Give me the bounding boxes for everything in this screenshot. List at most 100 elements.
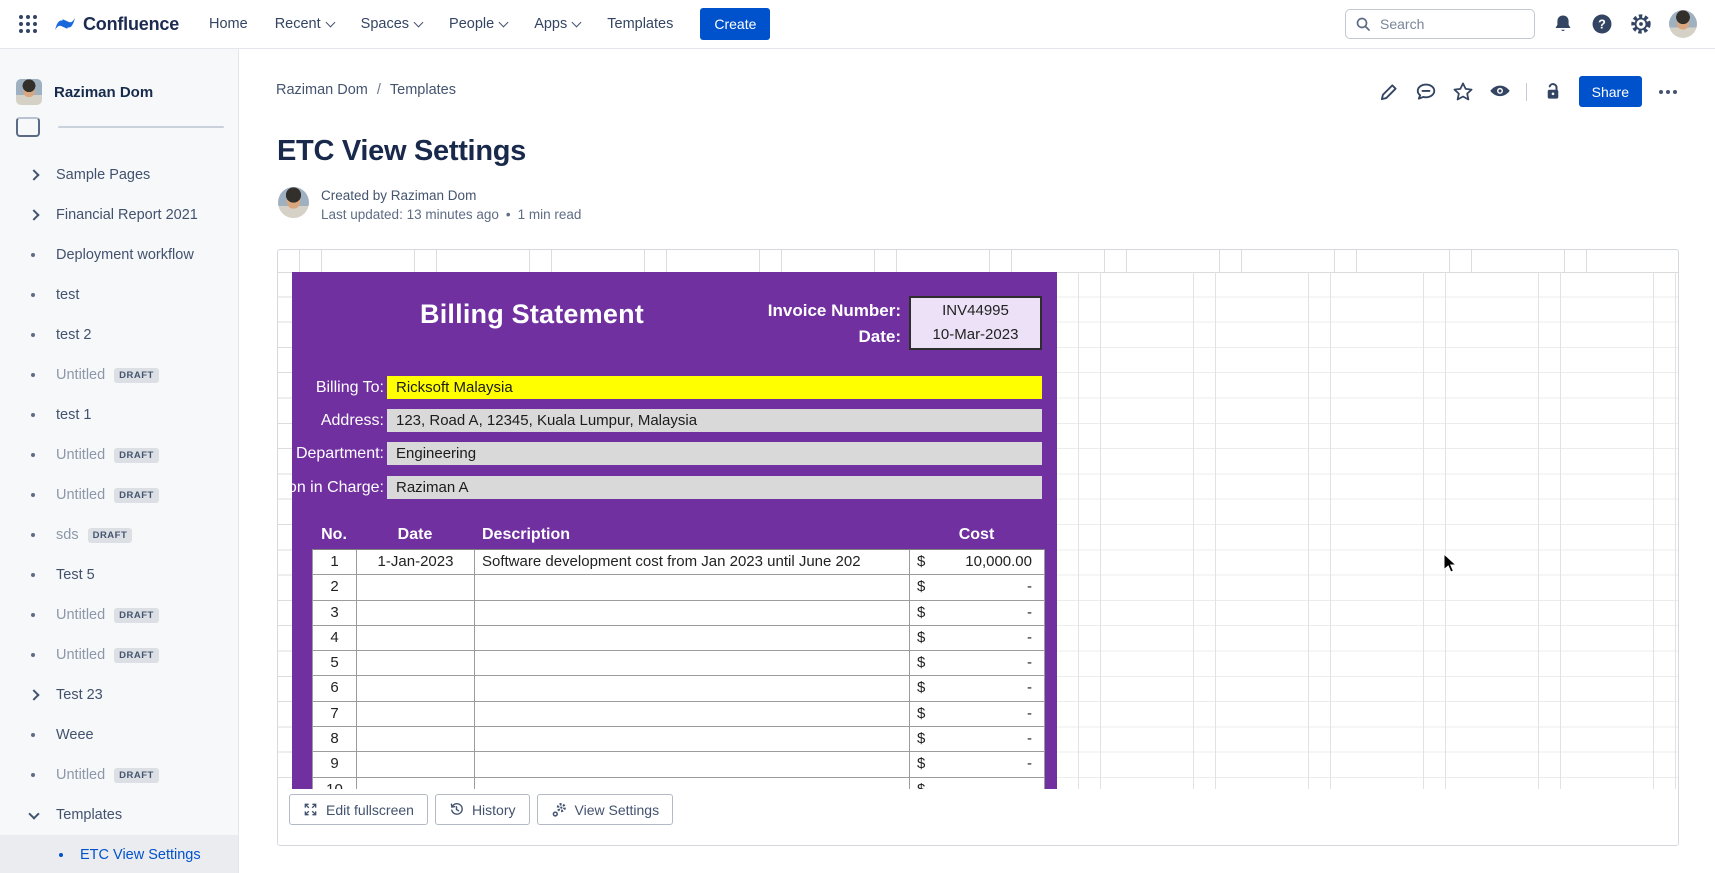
- watch-eye-icon[interactable]: [1489, 81, 1511, 103]
- history-button[interactable]: History: [435, 794, 530, 825]
- header-date: Date: [356, 526, 474, 544]
- confluence-logo: [54, 13, 76, 35]
- sidebar-page-item[interactable]: Untitled DRAFT: [0, 755, 238, 795]
- sidebar-page-item[interactable]: ETC View Settings: [0, 835, 238, 873]
- sidebar-page-item[interactable]: Deployment workflow: [0, 235, 238, 275]
- sidebar-page-item[interactable]: Financial Report 2021: [0, 195, 238, 235]
- draft-badge: DRAFT: [114, 488, 159, 503]
- address-label: Address:: [321, 409, 384, 433]
- item-marker-icon: [31, 533, 35, 537]
- author-avatar[interactable]: [278, 187, 309, 218]
- item-marker-icon: [31, 293, 35, 297]
- cell-cost: -: [938, 626, 1045, 651]
- person-in-charge-row: Person in Charge: Raziman A: [292, 476, 1057, 500]
- confluence-app: Confluence Home Recent Spaces People App…: [0, 0, 1715, 873]
- nav-home[interactable]: Home: [209, 16, 248, 32]
- sidebar-page-item[interactable]: test 1: [0, 395, 238, 435]
- cost-table-header: No. Date Description Cost: [292, 526, 1057, 549]
- draft-badge: DRAFT: [114, 448, 159, 463]
- sidebar-item-label: Untitled: [56, 647, 105, 663]
- item-marker-icon: [31, 453, 35, 457]
- cell-cost: -: [938, 676, 1045, 701]
- sidebar-page-item[interactable]: test 2: [0, 315, 238, 355]
- sidebar-item-label: sds: [56, 527, 79, 543]
- sidebar-page-item[interactable]: Untitled DRAFT: [0, 595, 238, 635]
- sidebar-page-item[interactable]: Untitled DRAFT: [0, 635, 238, 675]
- cell-currency: $: [910, 778, 938, 789]
- notifications-bell-icon[interactable]: [1552, 13, 1574, 35]
- created-by: Created by Raziman Dom: [321, 188, 581, 203]
- unlock-restrictions-icon[interactable]: [1542, 81, 1564, 103]
- cell-no: 5: [313, 651, 357, 676]
- nav-templates[interactable]: Templates: [607, 16, 673, 32]
- settings-gear-icon[interactable]: [1630, 13, 1652, 35]
- sidebar-page-item[interactable]: Templates: [0, 795, 238, 835]
- breadcrumb-templates-link[interactable]: Templates: [390, 82, 456, 98]
- item-marker-icon: [28, 209, 39, 220]
- search-box[interactable]: [1345, 9, 1535, 39]
- sidebar-page-item[interactable]: Weee: [0, 715, 238, 755]
- nav-people[interactable]: People: [449, 16, 507, 32]
- nav-spaces[interactable]: Spaces: [361, 16, 422, 32]
- search-input[interactable]: [1378, 15, 1512, 33]
- draft-badge: DRAFT: [114, 608, 159, 623]
- space-header[interactable]: Raziman Dom: [16, 79, 153, 105]
- space-avatar: [16, 79, 42, 105]
- chevron-down-icon: [499, 17, 509, 27]
- cell-date: [357, 575, 475, 600]
- sidebar-item-label: Deployment workflow: [56, 247, 194, 263]
- sidebar-page-item[interactable]: Untitled DRAFT: [0, 355, 238, 395]
- sidebar-page-item[interactable]: test: [0, 275, 238, 315]
- sidebar-page-item[interactable]: Test 23: [0, 675, 238, 715]
- star-icon[interactable]: [1452, 81, 1474, 103]
- sidebar-page-item[interactable]: Untitled DRAFT: [0, 435, 238, 475]
- invoice-labels: Invoice Number: Date:: [672, 298, 901, 350]
- item-marker-icon: [31, 653, 35, 657]
- edit-pencil-icon[interactable]: [1378, 81, 1400, 103]
- cell-cost: 10,000.00: [938, 550, 1045, 575]
- search-icon: [1355, 16, 1371, 32]
- nav-recent[interactable]: Recent: [275, 16, 334, 32]
- spreadsheet-view: Billing Statement Invoice Number: Date: …: [278, 250, 1678, 789]
- item-marker-icon: [31, 333, 35, 337]
- cell-no: 4: [313, 626, 357, 651]
- item-marker-icon: [31, 613, 35, 617]
- cell-currency: $: [910, 575, 938, 600]
- user-avatar[interactable]: [1669, 10, 1697, 38]
- billing-statement-block: Billing Statement Invoice Number: Date: …: [292, 272, 1057, 789]
- cell-currency: $: [910, 651, 938, 676]
- cell-currency: $: [910, 752, 938, 777]
- billing-statement-title: Billing Statement: [367, 299, 697, 330]
- table-row: 10 $ -: [313, 778, 1045, 789]
- app-switcher-icon[interactable]: [18, 14, 38, 34]
- brand-name: Confluence: [83, 14, 179, 35]
- more-actions-icon[interactable]: [1657, 86, 1679, 98]
- share-button[interactable]: Share: [1579, 76, 1642, 107]
- header-no: No.: [312, 526, 356, 544]
- cell-currency: $: [910, 676, 938, 701]
- nav-apps[interactable]: Apps: [534, 16, 580, 32]
- item-marker-icon: [31, 493, 35, 497]
- help-icon[interactable]: ?: [1591, 13, 1613, 35]
- sidebar-page-item[interactable]: Sample Pages: [0, 155, 238, 195]
- sidebar-item-label: Untitled: [56, 607, 105, 623]
- department-label: Department:: [296, 442, 384, 466]
- create-button[interactable]: Create: [700, 8, 770, 40]
- comment-icon[interactable]: [1415, 81, 1437, 103]
- edit-fullscreen-button[interactable]: Edit fullscreen: [289, 794, 428, 825]
- view-settings-button[interactable]: View Settings: [537, 794, 674, 825]
- breadcrumb-space-link[interactable]: Raziman Dom: [276, 82, 368, 98]
- sidebar-page-item[interactable]: Test 5: [0, 555, 238, 595]
- sidebar-page-item[interactable]: sds DRAFT: [0, 515, 238, 555]
- table-row: 8 $ -: [313, 727, 1045, 752]
- cell-no: 9: [313, 752, 357, 777]
- item-marker-icon: [31, 573, 35, 577]
- billing-to-value: Ricksoft Malaysia: [387, 376, 1042, 399]
- table-row: 3 $ -: [313, 601, 1045, 626]
- cell-date: 1-Jan-2023: [357, 550, 475, 575]
- sidebar-item-label: Untitled: [56, 767, 105, 783]
- confluence-brand[interactable]: Confluence: [54, 13, 179, 35]
- sidebar-page-item[interactable]: Untitled DRAFT: [0, 475, 238, 515]
- cell-date: [357, 626, 475, 651]
- last-updated[interactable]: Last updated: 13 minutes ago: [321, 207, 499, 222]
